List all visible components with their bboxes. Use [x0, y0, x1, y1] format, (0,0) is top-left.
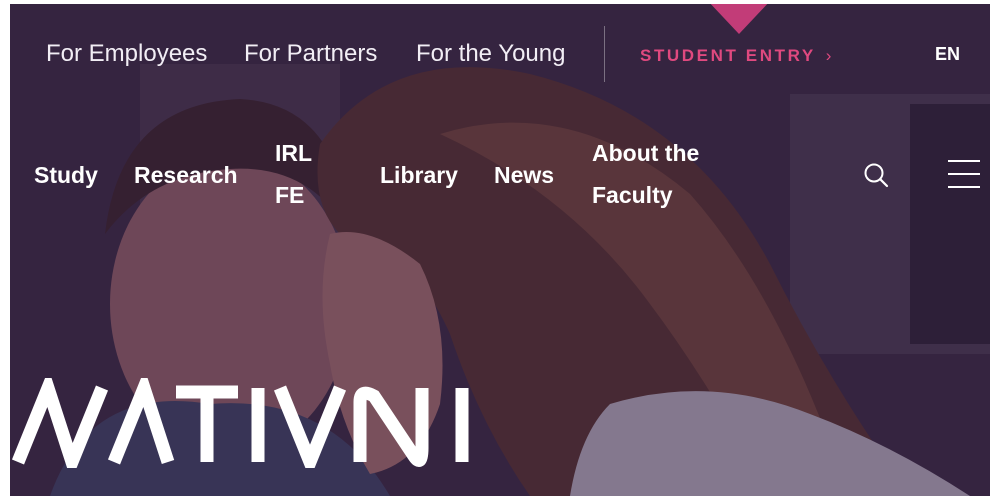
hero-banner: For Employees For Partners For the Young…	[10, 4, 990, 496]
main-nav-library[interactable]: Library	[380, 154, 458, 196]
mativni-logo	[11, 378, 469, 468]
hamburger-menu-icon-bottom	[948, 186, 980, 188]
active-section-marker	[707, 4, 771, 34]
nav-link-for-the-young[interactable]: For the Young	[416, 40, 565, 68]
nav-link-for-employees[interactable]: For Employees	[46, 40, 207, 68]
nav-divider	[604, 26, 605, 82]
student-entry-link[interactable]: STUDENT ENTRY ›	[640, 46, 831, 66]
nav-link-for-partners[interactable]: For Partners	[244, 40, 377, 68]
search-icon	[864, 163, 889, 188]
main-nav-research[interactable]: Research	[134, 154, 238, 196]
search-button[interactable]	[862, 161, 892, 191]
hamburger-menu-icon	[948, 160, 980, 162]
main-nav-about-line2: Faculty	[592, 182, 673, 208]
main-nav-about-line1: About the	[592, 140, 700, 166]
chevron-right-icon: ›	[825, 46, 832, 65]
utility-nav: For Employees For Partners For the Young…	[10, 4, 990, 104]
main-nav-about-the-faculty[interactable]: About the Faculty	[592, 132, 699, 216]
main-nav-study[interactable]: Study	[34, 154, 98, 196]
student-entry-label: STUDENT ENTRY	[640, 46, 816, 65]
main-nav-irl-fe-line2: FE	[275, 182, 305, 208]
page-edge-left	[0, 0, 10, 496]
main-nav-news[interactable]: News	[494, 154, 554, 196]
hamburger-menu-icon-middle	[948, 173, 980, 175]
page: For Employees For Partners For the Young…	[0, 0, 994, 496]
main-nav-irl-fe[interactable]: IRL FE	[275, 132, 312, 216]
page-edge-right	[990, 0, 994, 496]
page-edge-top	[0, 0, 994, 4]
menu-button[interactable]	[948, 156, 982, 192]
main-nav-irl-fe-line1: IRL	[275, 140, 313, 166]
language-switch[interactable]: EN	[935, 44, 960, 65]
